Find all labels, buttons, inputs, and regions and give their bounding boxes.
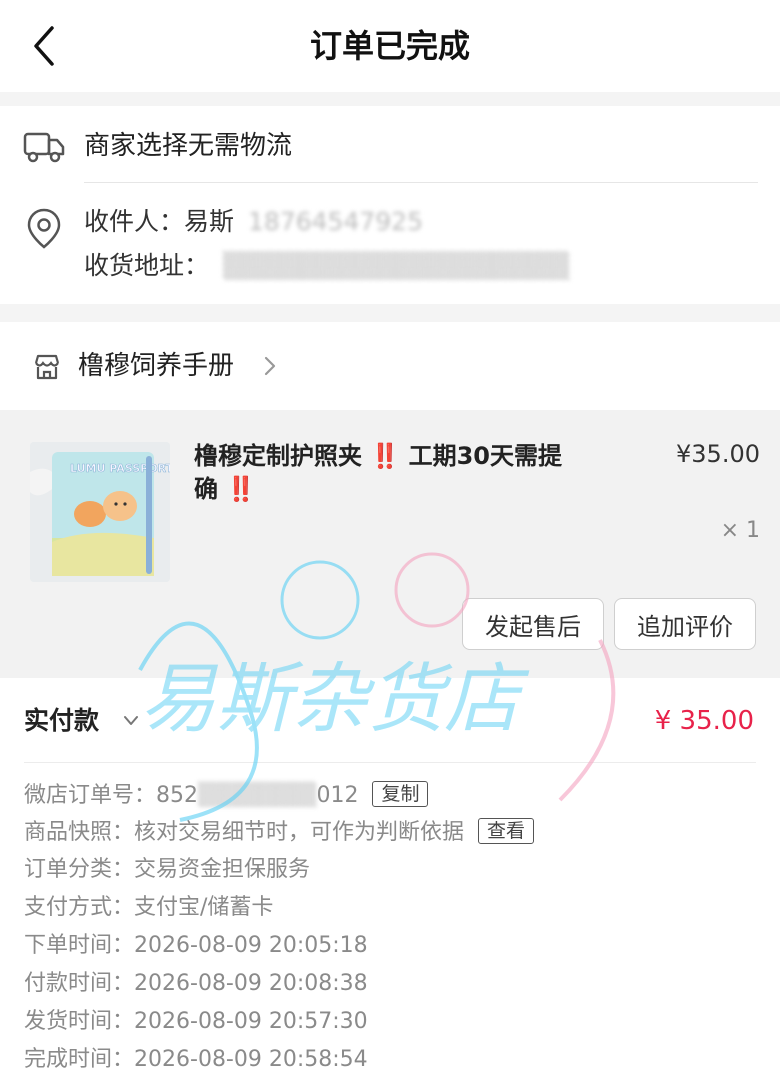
order-item-card: 橹穆饲养手册 LUMU PASSPORT 橹穆定制护照夹 ‼️ 工期30天需提确… — [0, 322, 780, 678]
ship-time-label: 发货时间： — [24, 1009, 135, 1034]
after-sale-button[interactable]: 发起售后 — [462, 598, 604, 650]
chevron-left-icon — [34, 26, 54, 66]
order-number-redacted: ▒▒▒▒▒▒▒ — [198, 783, 317, 808]
category-row: 订单分类：交易资金担保服务 — [24, 852, 310, 888]
address-redacted: ▒▒▒▒▒▒▒▒▒▒▒▒▒▒▒▒▒▒ — [223, 251, 570, 280]
truck-icon — [23, 132, 65, 163]
double-exclamation-icon: ‼️ — [370, 442, 401, 470]
top-bar: 订单已完成 — [0, 0, 780, 92]
product-title-part1: 橹穆定制护照夹 — [194, 442, 362, 470]
address-label: 收货地址： — [84, 251, 210, 280]
pay-method-value: 支付宝/储蓄卡 — [134, 895, 274, 920]
payment-label[interactable]: 实付款 — [24, 678, 99, 764]
order-number-tail: 012 — [316, 783, 359, 808]
pay-time-label: 付款时间： — [24, 971, 135, 996]
ship-time-row: 发货时间：2026-08-09 20:57:30 — [24, 1004, 368, 1040]
category-label: 订单分类： — [24, 857, 135, 882]
done-time-value: 2026-08-09 20:58:54 — [134, 1047, 368, 1072]
passport-holder-image: LUMU PASSPORT — [30, 442, 170, 582]
address-card: 商家选择无需物流 收件人：易斯 18764547925 收货地址： ▒▒▒▒▒▒▒▒… — [0, 106, 780, 304]
payment-card: 实付款 ¥ 35.00 微店订单号：852▒▒▒▒▒▒▒012 复制 商品快照：核… — [0, 678, 780, 1080]
done-time-label: 完成时间： — [24, 1047, 135, 1072]
order-number-value: 852 — [156, 783, 199, 808]
recipient-phone: 18764547925 — [248, 207, 423, 236]
chevron-down-icon[interactable] — [122, 714, 140, 728]
done-time-row: 完成时间：2026-08-09 20:58:54 — [24, 1042, 368, 1078]
add-review-button[interactable]: 追加评价 — [614, 598, 756, 650]
divider — [24, 762, 756, 763]
location-pin-icon — [27, 208, 61, 249]
ship-time-value: 2026-08-09 20:57:30 — [134, 1009, 368, 1034]
address-line: 收货地址： ▒▒▒▒▒▒▒▒▒▒▒▒▒▒▒▒▒▒ — [84, 246, 569, 286]
payment-amount: ¥ 35.00 — [654, 706, 754, 736]
copy-button[interactable]: 复制 — [372, 781, 429, 807]
shop-name: 橹穆饲养手册 — [78, 351, 235, 381]
double-exclamation-icon: ‼️ — [226, 475, 257, 503]
pay-method-label: 支付方式： — [24, 895, 135, 920]
snapshot-label: 商品快照： — [24, 820, 135, 845]
product-price: ¥35.00 — [676, 440, 760, 468]
product-row[interactable]: LUMU PASSPORT 橹穆定制护照夹 ‼️ 工期30天需提确 ‼️ ¥35… — [0, 410, 780, 678]
product-title: 橹穆定制护照夹 ‼️ 工期30天需提确 ‼️ — [194, 440, 584, 506]
back-button[interactable] — [22, 22, 66, 70]
logistics-text: 商家选择无需物流 — [84, 131, 293, 161]
order-number-row: 微店订单号：852▒▒▒▒▒▒▒012 复制 — [24, 778, 429, 814]
recipient-name: 易斯 — [184, 207, 235, 236]
order-time-value: 2026-08-09 20:05:18 — [134, 933, 368, 958]
order-time-label: 下单时间： — [24, 933, 135, 958]
recipient-label: 收件人： — [84, 207, 185, 236]
recipient-line: 收件人：易斯 18764547925 — [84, 202, 423, 242]
divider — [84, 182, 758, 183]
view-snapshot-button[interactable]: 查看 — [478, 818, 535, 844]
payment-row[interactable]: 实付款 ¥ 35.00 — [0, 678, 780, 762]
thumb-text: LUMU PASSPORT — [70, 462, 170, 475]
pay-time-value: 2026-08-09 20:08:38 — [134, 971, 368, 996]
product-quantity: × 1 — [720, 518, 760, 543]
pay-time-row: 付款时间：2026-08-09 20:08:38 — [24, 966, 368, 1002]
product-thumbnail[interactable]: LUMU PASSPORT — [30, 442, 170, 582]
category-value: 交易资金担保服务 — [134, 857, 311, 882]
store-icon — [34, 354, 60, 380]
chevron-right-icon — [264, 356, 276, 376]
snapshot-row: 商品快照：核对交易细节时，可作为判断依据 查看 — [24, 815, 535, 851]
order-number-label: 微店订单号： — [24, 783, 157, 808]
pay-method-row: 支付方式：支付宝/储蓄卡 — [24, 890, 273, 926]
logistics-row: 商家选择无需物流 — [0, 106, 780, 186]
shop-link[interactable]: 橹穆饲养手册 — [0, 322, 780, 410]
order-time-row: 下单时间：2026-08-09 20:05:18 — [24, 928, 368, 964]
snapshot-value: 核对交易细节时，可作为判断依据 — [134, 820, 465, 845]
page-title: 订单已完成 — [309, 27, 470, 65]
